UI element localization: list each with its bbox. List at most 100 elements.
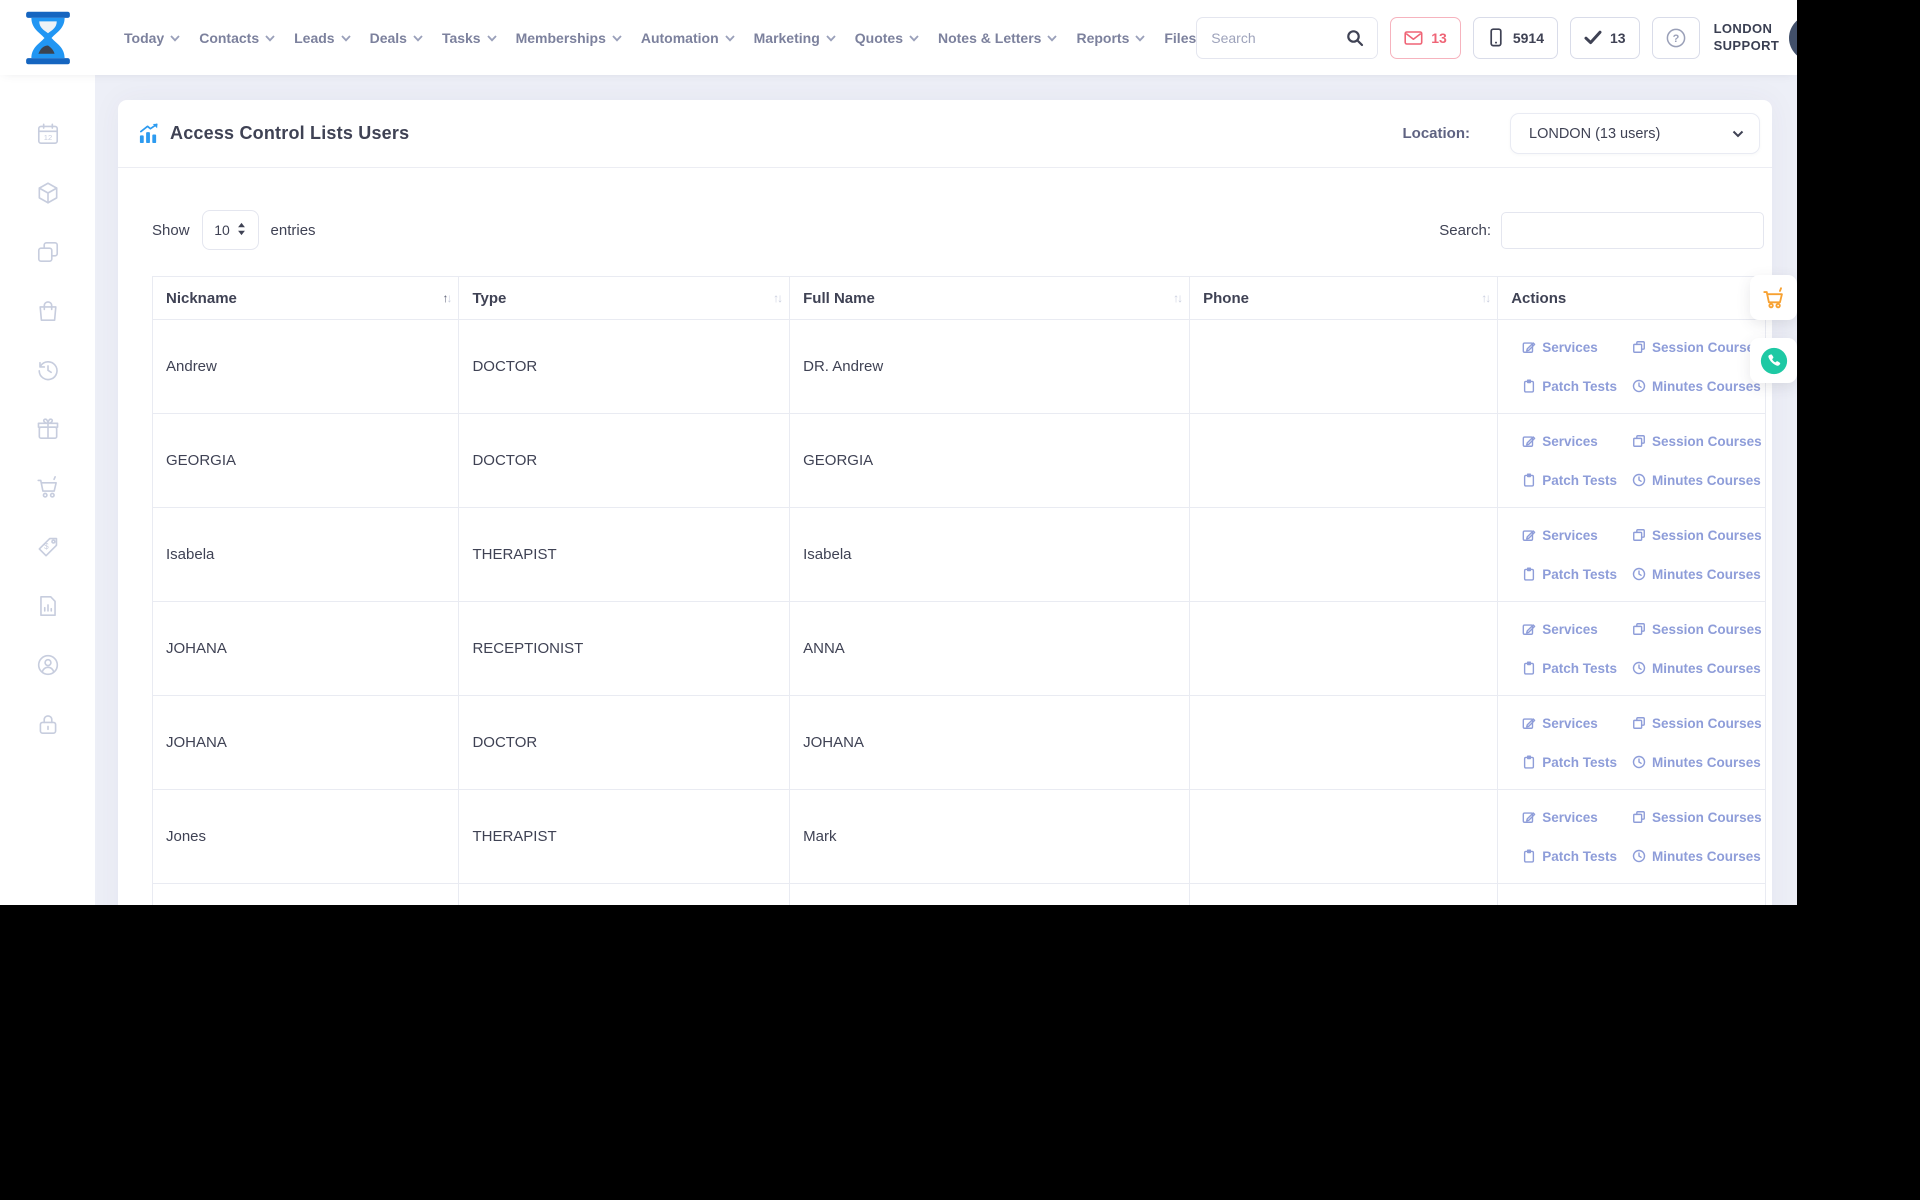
session-courses-link[interactable]: Session Courses [1632,528,1762,543]
cell-phone [1189,507,1499,602]
table-row: Andrew DOCTOR DR. Andrew Services Session Co… [151,319,1766,414]
user-circle-icon[interactable] [35,652,61,678]
nav-item-memberships[interactable]: Memberships [516,30,622,46]
session-courses-link[interactable]: Session Courses [1632,340,1762,355]
page-size-select[interactable]: 10 [201,210,259,250]
phone-badge[interactable]: 5914 [1472,16,1558,59]
nav-item-automation[interactable]: Automation [641,30,735,46]
cart-fab[interactable] [1750,275,1797,320]
clipboard-icon [1524,661,1535,675]
location-value: LONDON (13 users) [1529,125,1661,142]
clock-icon [1632,567,1646,581]
minutes-courses-link[interactable]: Minutes Courses [1632,567,1761,582]
patch-tests-link[interactable]: Patch Tests [1522,849,1632,864]
services-link[interactable]: Services [1522,434,1632,449]
cell-type: THERAPIST [458,507,791,602]
nav-item-tasks[interactable]: Tasks [442,30,497,46]
services-link[interactable]: Services [1522,340,1632,355]
column-header-phone[interactable]: Phone ↑↓ [1189,276,1499,320]
nav-item-notes-letters[interactable]: Notes & Letters [938,30,1058,46]
clipboard-icon [1524,567,1535,581]
avatar[interactable] [1789,14,1797,61]
cell-nickname: Andrew [151,319,460,414]
patch-tests-link[interactable]: Patch Tests [1522,755,1632,770]
cell-full-name: GEORGIA [789,413,1191,508]
nav-item-contacts[interactable]: Contacts [199,30,275,46]
column-header-type[interactable]: Type ↑↓ [458,276,791,320]
edit-icon [1522,624,1536,635]
nav-item-leads[interactable]: Leads [294,30,351,46]
help-button[interactable]: ? [1651,16,1700,59]
minutes-courses-link[interactable]: Minutes Courses [1632,849,1761,864]
services-link[interactable]: Services [1522,622,1632,637]
nav-item-deals[interactable]: Deals [370,30,423,46]
report-document-icon[interactable] [35,593,61,619]
session-courses-link[interactable]: Session Courses [1632,810,1762,825]
services-link[interactable]: Services [1522,528,1632,543]
cell-type: DOCTOR [458,413,791,508]
session-courses-link[interactable]: Session Courses [1632,434,1762,449]
session-courses-link[interactable]: Session Courses [1632,904,1762,906]
nav-item-files[interactable]: Files [1164,30,1196,46]
minutes-courses-link[interactable]: Minutes Courses [1632,661,1761,676]
question-icon: ? [1666,28,1685,47]
column-header-full-name[interactable]: Full Name ↑↓ [789,276,1191,320]
copy-icon [1632,904,1646,905]
cell-phone [1189,695,1499,790]
nav-item-quotes[interactable]: Quotes [855,30,919,46]
nav-item-marketing[interactable]: Marketing [754,30,836,46]
nav-item-today[interactable]: Today [124,30,180,46]
clock-icon [1632,379,1646,393]
minutes-courses-link[interactable]: Minutes Courses [1632,379,1761,394]
search-icon [1347,29,1364,46]
svg-text:?: ? [1672,33,1679,45]
cell-phone [1189,789,1499,884]
session-courses-link[interactable]: Session Courses [1632,622,1762,637]
patch-tests-link[interactable]: Patch Tests [1522,473,1632,488]
table-row: GEORGIA DOCTOR GEORGIA Services Session Cour… [151,413,1766,508]
gift-icon[interactable] [35,416,61,442]
table-search-input[interactable] [1501,211,1764,249]
clock-icon [1632,661,1646,675]
phone-extension: 5914 [1512,29,1544,46]
minutes-courses-link[interactable]: Minutes Courses [1632,473,1761,488]
minutes-courses-link[interactable]: Minutes Courses [1632,755,1761,770]
location-select[interactable]: LONDON (13 users) [1510,113,1760,154]
envelope-icon [1404,30,1423,45]
clipboard-icon [1524,755,1535,769]
cell-full-name: Isabela [789,507,1191,602]
lock-icon[interactable] [35,711,61,737]
patch-tests-link[interactable]: Patch Tests [1522,567,1632,582]
user-menu[interactable]: LONDON SUPPORT [1714,14,1797,61]
services-link[interactable]: Services [1522,810,1632,825]
cart-icon[interactable] [35,475,61,501]
nav-item-reports[interactable]: Reports [1076,30,1146,46]
services-link[interactable]: Services [1522,904,1632,906]
svg-text:12: 12 [43,133,51,142]
copy-icon [1633,529,1645,541]
patch-tests-link[interactable]: Patch Tests [1522,379,1632,394]
patch-tests-link[interactable]: Patch Tests [1522,661,1632,676]
price-tag-icon[interactable]: $ [35,534,61,560]
shopping-bag-icon[interactable] [35,298,61,324]
copy-icon [1633,623,1645,635]
tasks-count: 13 [1610,29,1626,46]
search-button[interactable] [1333,17,1378,58]
edit-icon [1522,436,1536,447]
clipboard-icon [1524,849,1535,863]
app-logo[interactable] [0,9,95,67]
cell-phone [1189,883,1499,905]
whatsapp-fab[interactable] [1750,338,1797,383]
session-courses-link[interactable]: Session Courses [1632,716,1762,731]
messages-badge[interactable]: 13 [1390,16,1461,59]
services-link[interactable]: Services [1522,716,1632,731]
cell-actions: ServicesSession Courses Patch TestsMinute… [1497,695,1766,790]
products-box-icon[interactable] [35,180,61,206]
history-icon[interactable] [35,357,61,383]
column-header-nickname[interactable]: Nickname ↑↓ [151,276,460,320]
tasks-badge[interactable]: 13 [1570,16,1640,59]
copy-pages-icon[interactable] [35,239,61,265]
calendar-icon[interactable]: 12 [35,121,61,147]
global-search-input[interactable] [1197,29,1334,46]
cell-type: DOCTOR [458,883,791,905]
